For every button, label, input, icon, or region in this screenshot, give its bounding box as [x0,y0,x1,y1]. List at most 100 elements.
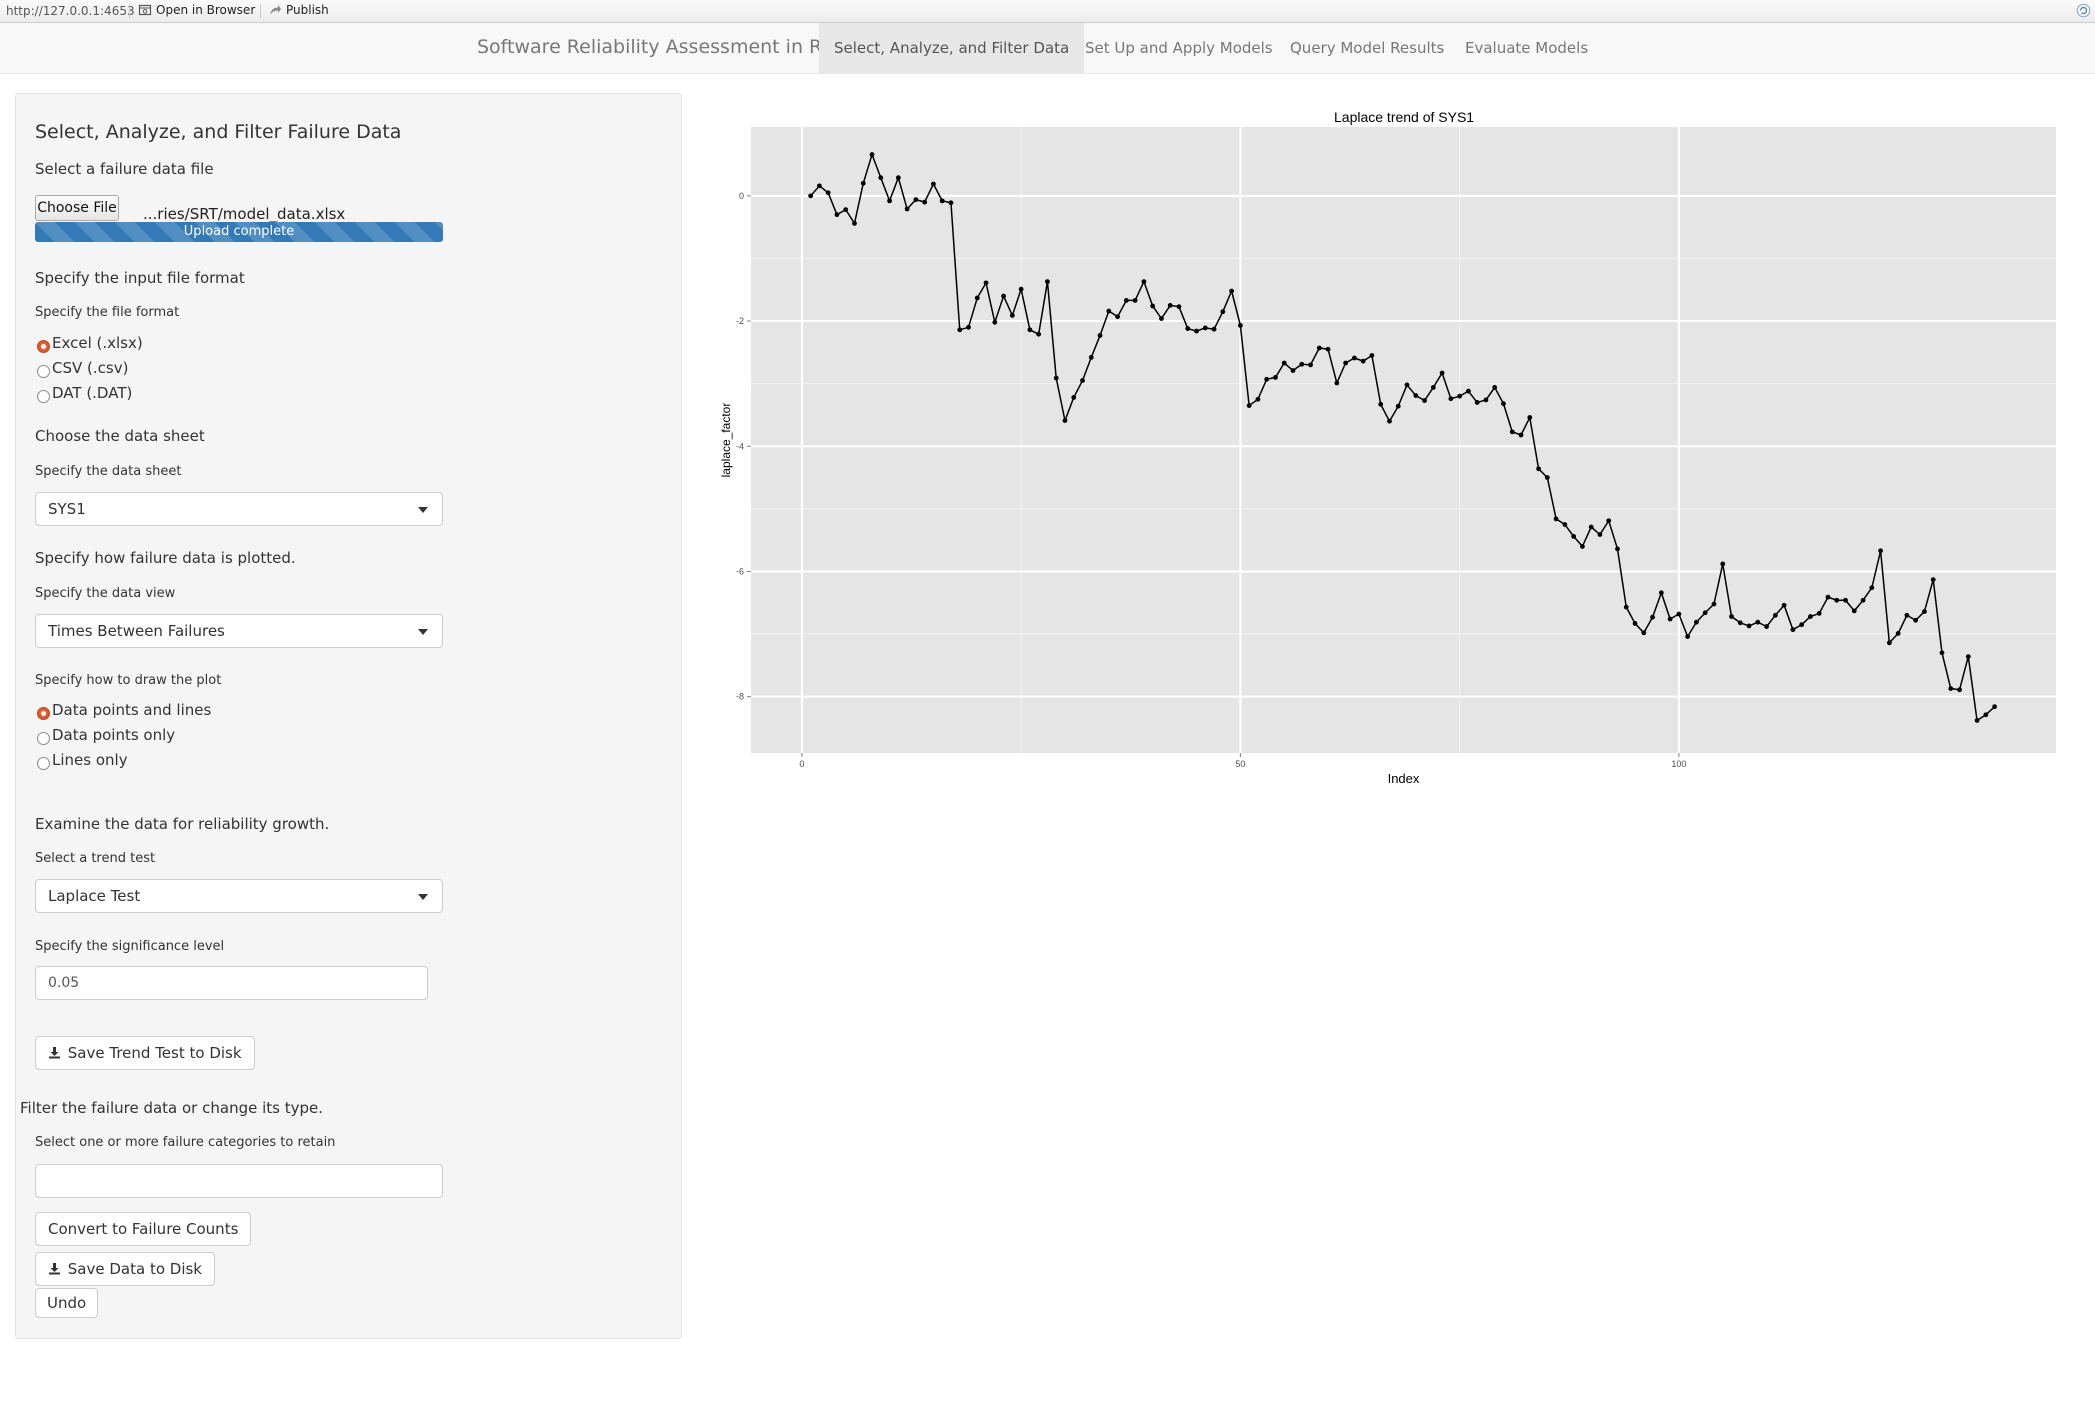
data-point [1141,279,1147,285]
x-tick-label: 100 [1671,759,1686,769]
data-point [1685,634,1691,639]
trend-test-value: Laplace Test [48,887,141,905]
plot-heading: Specify how failure data is plotted. [35,549,296,567]
data-point [895,175,901,181]
trend-label: Select a trend test [35,851,156,866]
categories-input[interactable] [35,1164,443,1198]
data-sheet-value: SYS1 [48,500,86,518]
data-point [1772,612,1778,618]
format-option-csv[interactable]: CSV (.csv) [37,359,128,378]
draw-option-label: Data points and lines [52,701,212,719]
data-point [1194,328,1199,334]
data-point [1422,398,1427,403]
data-point [1316,345,1322,351]
radio-unchecked-icon[interactable] [37,389,50,403]
radio-unchecked-icon[interactable] [37,756,50,770]
undo-button[interactable]: Undo [35,1288,99,1318]
tab-set-up-apply-models[interactable]: Set Up and Apply Models [1070,23,1288,73]
data-point [1615,546,1620,552]
publish-arrow-icon [270,5,281,15]
format-option-label: DAT (.DAT) [52,384,133,402]
data-point [1983,712,1989,718]
data-point [983,280,989,286]
draw-option-points-only[interactable]: Data points only [37,726,175,745]
data-point [1325,346,1331,352]
data-point [1273,375,1278,380]
radio-unchecked-icon[interactable] [37,731,50,745]
data-point [1851,608,1857,614]
data-point [913,197,919,203]
toolbar-separator [260,4,261,18]
data-point [1886,640,1892,646]
data-point [1992,704,1998,710]
data-point [1071,395,1077,400]
url-text: http://127.0.0.1:4653 [6,4,135,18]
chevron-down-icon [418,894,428,900]
convert-failure-counts-button[interactable]: Convert to Failure Counts [35,1212,252,1246]
data-point [1404,382,1410,388]
data-point [1150,303,1156,309]
publish-button[interactable]: Publish [268,3,329,17]
data-point [1413,393,1419,398]
save-trend-test-button[interactable]: Save Trend Test to Disk [35,1036,255,1070]
data-point [1957,687,1962,693]
data-point [1562,522,1568,527]
y-tick-label: -2 [736,316,744,326]
data-point [1895,631,1901,636]
data-sheet-select[interactable]: SYS1 [35,492,443,526]
selected-filename: ...ries/SRT/model_data.xlsx [143,205,346,223]
data-point [1430,385,1436,390]
x-axis-label: Index [1388,771,1420,786]
categories-label: Select one or more failure categories to… [35,1135,336,1150]
save-data-button[interactable]: Save Data to Disk [35,1252,215,1286]
sheet-heading: Choose the data sheet [35,427,205,445]
data-point [1965,654,1971,659]
choose-file-button[interactable]: Choose File [35,195,119,221]
data-point [1667,616,1673,622]
sidebar-title: Select, Analyze, and Filter Failure Data [35,121,402,143]
data-point [1571,534,1577,539]
data-point [1781,602,1787,608]
data-point [1281,360,1287,366]
format-option-label: Excel (.xlsx) [52,334,143,352]
file-label: Select a failure data file [35,160,214,178]
trend-test-select[interactable]: Laplace Test [35,879,443,913]
x-tick-label: 0 [799,759,804,769]
data-point [1729,614,1734,619]
open-in-browser-button[interactable]: Open in Browser [138,3,255,17]
radio-unchecked-icon[interactable] [37,364,50,378]
data-point [1001,293,1006,299]
format-option-dat[interactable]: DAT (.DAT) [37,384,133,403]
data-point [1860,597,1866,603]
draw-option-points-lines[interactable]: Data points and lines [37,701,212,720]
data-point [1676,611,1682,617]
data-point [1527,415,1533,420]
y-tick-label: 0 [739,191,744,201]
data-view-select[interactable]: Times Between Failures [35,614,443,648]
data-point [1220,309,1226,315]
data-point [1202,325,1208,331]
save-data-label: Save Data to Disk [67,1260,202,1278]
y-tick-label: -4 [736,441,744,451]
draw-option-lines-only[interactable]: Lines only [37,751,128,770]
tab-select-analyze-filter[interactable]: Select, Analyze, and Filter Data [819,23,1085,73]
data-point [1509,429,1515,435]
data-point [1106,308,1112,314]
data-point [1834,597,1840,603]
data-point [1544,475,1550,480]
data-point [1334,380,1340,386]
data-point [1816,611,1822,616]
data-point [1790,627,1796,633]
radio-checked-icon[interactable] [37,339,50,353]
radio-checked-icon[interactable] [37,706,50,720]
tab-evaluate-models[interactable]: Evaluate Models [1450,23,1603,73]
significance-input[interactable] [35,966,428,1000]
y-axis-label: laplace_factor [719,403,733,478]
data-point [1922,609,1927,614]
data-point [1115,314,1120,320]
data-point [1808,614,1813,619]
filter-heading: Filter the failure data or change its ty… [20,1099,323,1117]
format-option-xlsx[interactable]: Excel (.xlsx) [37,334,143,353]
refresh-icon[interactable] [2076,3,2091,18]
tab-query-model-results[interactable]: Query Model Results [1275,23,1459,73]
